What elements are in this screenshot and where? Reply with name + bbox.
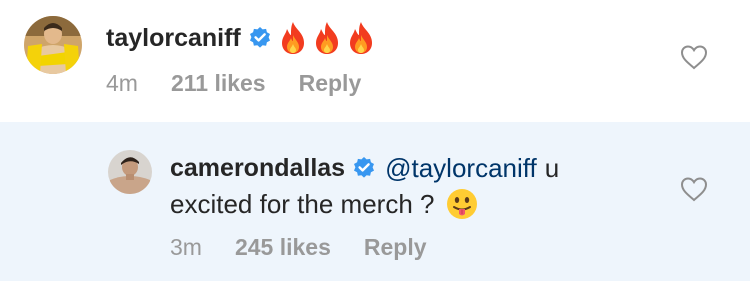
comment-meta: 3m 245 likes Reply (170, 232, 427, 262)
avatar-photo-icon (24, 16, 82, 74)
username-link[interactable]: taylorcaniff (106, 24, 241, 53)
likes-count-link[interactable]: 211 likes (171, 70, 266, 97)
comment-taylorcaniff: taylorcaniff 4m 211 likes Reply (0, 0, 750, 122)
comment-timestamp: 3m (170, 233, 202, 260)
username-link[interactable]: camerondallas (170, 154, 345, 183)
mention-link[interactable]: @taylorcaniff (385, 153, 537, 184)
comment-text: u (544, 152, 560, 183)
comment-timestamp: 4m (106, 69, 138, 96)
reply-button[interactable]: Reply (299, 70, 362, 97)
comment-header: camerondallas @taylorcaniff u (170, 151, 559, 185)
comment-text (278, 21, 376, 55)
comment-header: taylorcaniff (106, 18, 376, 58)
avatar[interactable] (24, 16, 82, 74)
fire-emoji-icon (281, 22, 304, 54)
comment-text: excited for the merch ? (170, 188, 435, 219)
comment-text-continued: excited for the merch ? (170, 186, 478, 222)
verified-badge-icon (249, 27, 270, 48)
fire-emoji-icon (349, 22, 372, 54)
fire-emoji-icon (315, 22, 338, 54)
like-heart-icon[interactable] (680, 176, 708, 202)
reply-button[interactable]: Reply (364, 234, 427, 261)
comment-meta: 4m 211 likes Reply (106, 68, 361, 98)
like-heart-icon[interactable] (680, 44, 708, 70)
likes-count-link[interactable]: 245 likes (235, 234, 331, 261)
comment-reply-camerondallas: camerondallas @taylorcaniff u excited fo… (0, 122, 750, 281)
avatar-photo-icon (108, 150, 152, 194)
verified-badge-icon (354, 157, 375, 178)
tongue-out-emoji-icon (447, 189, 478, 219)
avatar[interactable] (108, 150, 152, 194)
